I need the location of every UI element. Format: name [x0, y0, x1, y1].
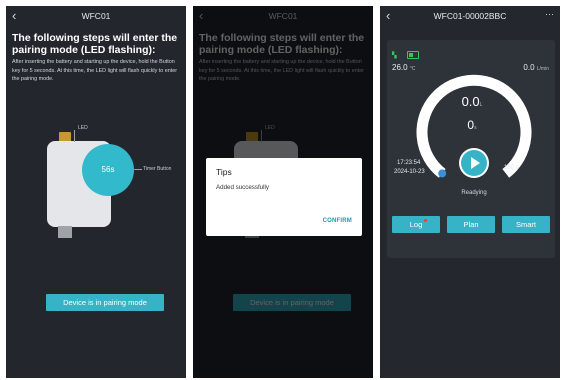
- led-label: LED: [78, 125, 88, 131]
- seconds-reading: 0s: [454, 118, 490, 132]
- device-pipe: [58, 226, 72, 238]
- pairing-headline: The following steps will enter the pairi…: [12, 32, 178, 56]
- tips-dialog: Tips Added successfully CONFIRM: [206, 158, 362, 236]
- dialog-title: Tips: [216, 167, 232, 177]
- notification-dot: [424, 219, 427, 222]
- plan-button[interactable]: Plan: [447, 216, 495, 233]
- gauge-start-handle: [438, 169, 447, 178]
- play-button[interactable]: [459, 148, 489, 178]
- smart-button[interactable]: Smart: [502, 216, 550, 233]
- dialog-message: Added successfully: [216, 184, 269, 191]
- pairing-screen: ‹ WFC01 The following steps will enter t…: [6, 6, 186, 378]
- action-buttons: Log Plan Smart: [392, 216, 550, 233]
- start-time: 17:23:54: [397, 160, 421, 166]
- pairing-screen-with-dialog: ‹ WFC01 The following steps will enter t…: [193, 6, 373, 378]
- confirm-button[interactable]: CONFIRM: [323, 218, 352, 224]
- pairing-description: After inserting the battery and starting…: [12, 59, 178, 83]
- device-control-screen: ‹ WFC01-00002BBC ··· ▚ 26.0 °C 0.0 L/min…: [380, 6, 560, 378]
- log-button[interactable]: Log: [392, 216, 440, 233]
- status-text: Readying: [461, 190, 487, 196]
- led-pointer: [74, 130, 75, 142]
- pairing-mode-button[interactable]: Device is in pairing mode: [46, 294, 164, 311]
- header: ‹ WFC01-00002BBC ···: [380, 6, 560, 28]
- timer-pointer: [134, 169, 142, 170]
- play-icon: [471, 157, 480, 169]
- page-title: WFC01: [81, 11, 111, 21]
- start-date: 2024-10-23: [394, 169, 425, 175]
- log-button-label: Log: [409, 220, 423, 229]
- header: ‹ WFC01: [6, 6, 186, 28]
- volume-unit: L: [479, 102, 483, 108]
- device-title: WFC01-00002BBC: [433, 11, 507, 21]
- timer-button-label: Timer Button: [143, 166, 172, 172]
- control-card: ▚ 26.0 °C 0.0 L/min 0.0L 0s 17:23:54 202…: [387, 40, 555, 258]
- timer-countdown: 56s: [101, 165, 115, 174]
- more-options-icon[interactable]: ···: [545, 9, 554, 19]
- seconds-unit: s: [474, 125, 477, 131]
- volume-value: 0.0: [461, 94, 480, 109]
- duration-label: 180 s: [504, 165, 519, 171]
- volume-reading: 0.0L: [454, 94, 490, 109]
